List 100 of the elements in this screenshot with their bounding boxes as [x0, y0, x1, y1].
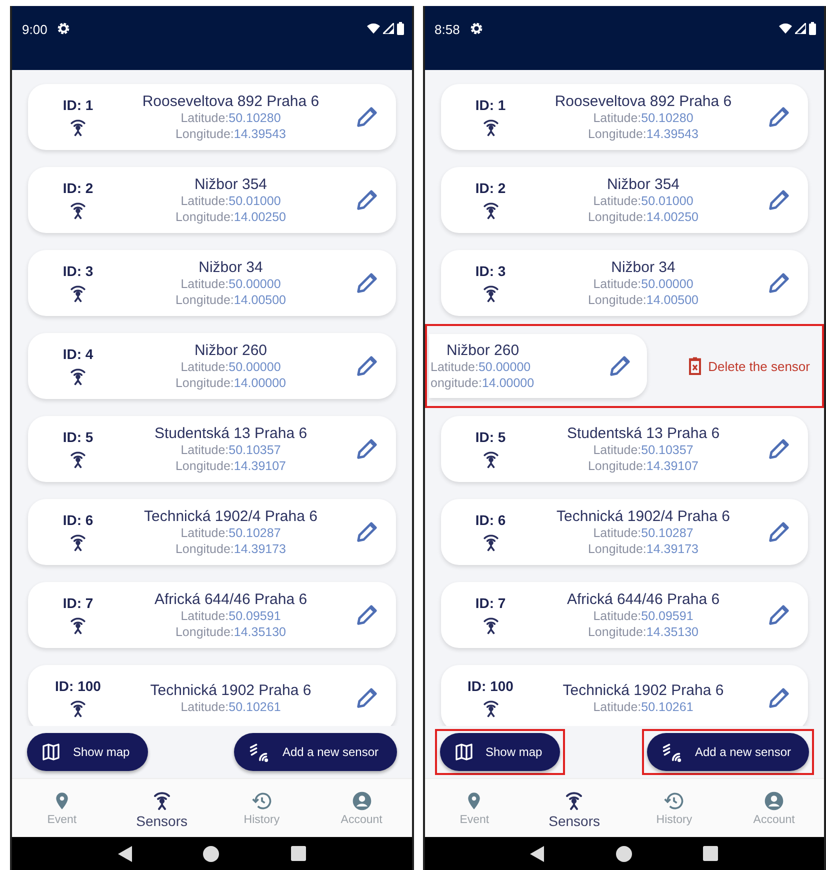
edit-icon[interactable]	[766, 104, 792, 130]
sensor-card[interactable]: Nižbor 260 Latitude:50.00000 ongitude:14.00000	[428, 334, 646, 398]
nav-tab[interactable]: Sensors	[524, 779, 624, 837]
add-sensor-icon	[248, 742, 270, 762]
sensor-address: Africká 644/46 Praha 6	[154, 590, 308, 608]
latitude-text: Latitude:50.00000	[180, 358, 281, 374]
sensor-card[interactable]: ID: 6 Technická 1902/4 Praha 6 Latitude:50.10287 Longitude:14.39173	[440, 499, 808, 565]
edit-icon[interactable]	[766, 519, 792, 545]
account-icon	[763, 790, 786, 812]
sensor-card[interactable]: ID: 100 Technická 1902 Praha 6 Latitude:50.10261	[28, 665, 396, 726]
sensor-address: Nižbor 34	[198, 258, 263, 276]
longitude-text: Longitude:14.00500	[175, 292, 286, 308]
add-sensor-button[interactable]: Add a new sensor	[234, 733, 396, 771]
sensor-id: ID: 2	[475, 180, 506, 196]
recents-icon[interactable]	[703, 846, 718, 861]
latitude-text: Latitude:50.10287	[180, 524, 281, 540]
sensor-address: Rooseveltova 892 Praha 6	[554, 92, 732, 110]
sensor-id: ID: 2	[62, 180, 94, 196]
longitude-text: ongitude:14.00000	[430, 374, 534, 390]
sensor-id: ID: 6	[62, 512, 94, 528]
latitude-text: Latitude:50.10261	[180, 698, 281, 714]
sensor-card[interactable]: ID: 6 Technická 1902/4 Praha 6 Latitude:50.10287 Longitude:14.39173	[28, 499, 396, 565]
sensor-card[interactable]: ID: 1 Rooseveltova 892 Praha 6 Latitude:50.10280 Longitude:14.39543	[28, 84, 396, 150]
map-icon	[41, 742, 61, 762]
show-map-button[interactable]: Show map	[27, 733, 148, 771]
battery-icon	[809, 22, 816, 35]
sensor-card[interactable]: ID: 100 Technická 1902 Praha 6 Latitude:50.10261	[440, 665, 808, 726]
latitude-text: Latitude:50.10357	[180, 442, 281, 458]
map-icon	[454, 742, 474, 762]
sensor-id: ID: 5	[62, 429, 94, 445]
sensor-id: ID: 4	[62, 346, 94, 362]
latitude-text: Latitude:50.10280	[180, 110, 281, 126]
sensor-id: ID: 3	[62, 263, 94, 279]
sensor-id: ID: 1	[475, 97, 506, 113]
sensor-card[interactable]: ID: 7 Africká 644/46 Praha 6 Latitude:50.09591 Longitude:14.35130	[28, 582, 396, 648]
sensor-address: Nižbor 260	[194, 342, 268, 358]
add-sensor-icon	[660, 742, 683, 762]
trash-icon	[688, 357, 702, 375]
sensor-card[interactable]: ID: 2 Nižbor 354 Latitude:50.01000 Longitude:14.00250	[440, 167, 808, 233]
signal-icon	[382, 23, 394, 34]
signal-icon	[795, 23, 806, 34]
edit-icon[interactable]	[766, 187, 792, 213]
latitude-text: Latitude:50.09591	[593, 608, 694, 624]
sensor-id: ID: 100	[468, 678, 514, 694]
longitude-text: Longitude:14.39173	[175, 540, 286, 556]
longitude-text: Longitude:14.00500	[588, 292, 699, 308]
latitude-text: Latitude:50.10261	[593, 698, 694, 714]
sensor-address: Rooseveltova 892 Praha 6	[142, 92, 320, 110]
latitude-text: Latitude:50.10357	[593, 442, 694, 458]
sensor-card[interactable]: ID: 3 Nižbor 34 Latitude:50.00000 Longitude:14.00500	[28, 250, 396, 316]
latitude-text: Latitude:50.00000	[180, 276, 281, 292]
sensor-id: ID: 7	[475, 595, 506, 611]
sensor-id: ID: 100	[55, 678, 101, 694]
longitude-text: Longitude:14.39543	[175, 126, 286, 142]
history-icon	[663, 790, 686, 812]
recents-icon[interactable]	[290, 846, 306, 861]
sensor-address: Studentská 13 Praha 6	[566, 424, 720, 442]
sensor-address: Technická 1902 Praha 6	[562, 682, 724, 698]
sensor-address: Africká 644/46 Praha 6	[566, 590, 720, 608]
sensor-card[interactable]: ID: 7 Africká 644/46 Praha 6 Latitude:50.09591 Longitude:14.35130	[440, 582, 808, 648]
longitude-text: Longitude:14.35130	[175, 624, 286, 640]
wifi-icon	[366, 23, 380, 34]
sensor-id: ID: 1	[62, 97, 94, 113]
sensor-id: ID: 6	[475, 512, 506, 528]
back-icon[interactable]	[118, 846, 132, 862]
add-sensor-button[interactable]: Add a new sensor	[646, 733, 809, 771]
sensor-id: ID: 3	[475, 263, 506, 279]
edit-icon[interactable]	[766, 602, 792, 628]
edit-icon[interactable]	[766, 685, 792, 711]
back-icon[interactable]	[530, 846, 544, 862]
sensor-address: Nižbor 354	[194, 176, 268, 192]
sensor-address: Technická 1902/4 Praha 6	[556, 508, 730, 524]
sensor-card[interactable]: ID: 2 Nižbor 354 Latitude:50.01000 Longitude:14.00250	[28, 167, 396, 233]
sensor-address: Studentská 13 Praha 6	[154, 424, 308, 442]
sensor-card[interactable]: ID: 3 Nižbor 34 Latitude:50.00000 Longitude:14.00500	[440, 250, 808, 316]
home-icon[interactable]	[203, 846, 220, 862]
latitude-text: Latitude:50.10280	[593, 110, 694, 126]
latitude-text: Latitude:50.00000	[593, 276, 694, 292]
home-icon[interactable]	[616, 846, 632, 862]
nav-tab[interactable]: Sensors	[112, 779, 212, 837]
edit-icon[interactable]	[766, 436, 792, 462]
longitude-text: Longitude:14.00000	[175, 374, 286, 390]
settings-icon	[470, 22, 483, 35]
sensor-address: Nižbor 260	[446, 342, 520, 358]
show-map-button[interactable]: Show map	[440, 733, 560, 771]
sensor-id: ID: 7	[62, 595, 94, 611]
latitude-text: Latitude:50.01000	[593, 192, 694, 208]
account-icon	[350, 790, 373, 812]
longitude-text: Longitude:14.39107	[588, 458, 699, 474]
sensor-card[interactable]: ID: 4 Nižbor 260 Latitude:50.00000 Longitude:14.00000	[28, 333, 396, 399]
sensor-card[interactable]: ID: 1 Rooseveltova 892 Praha 6 Latitude:50.10280 Longitude:14.39543	[440, 84, 808, 150]
delete-button[interactable]: Delete the sensor	[682, 356, 816, 376]
sensor-address: Nižbor 354	[606, 176, 680, 192]
longitude-text: Longitude:14.39107	[175, 458, 286, 474]
sensor-card[interactable]: ID: 5 Studentská 13 Praha 6 Latitude:50.10357 Longitude:14.39107	[440, 416, 808, 482]
sensor-id: ID: 5	[475, 429, 506, 445]
longitude-text: Longitude:14.00250	[588, 208, 699, 224]
sensor-card[interactable]: ID: 5 Studentská 13 Praha 6 Latitude:50.10357 Longitude:14.39107	[28, 416, 396, 482]
edit-icon[interactable]	[766, 270, 792, 296]
longitude-text: Longitude:14.39173	[588, 540, 699, 556]
